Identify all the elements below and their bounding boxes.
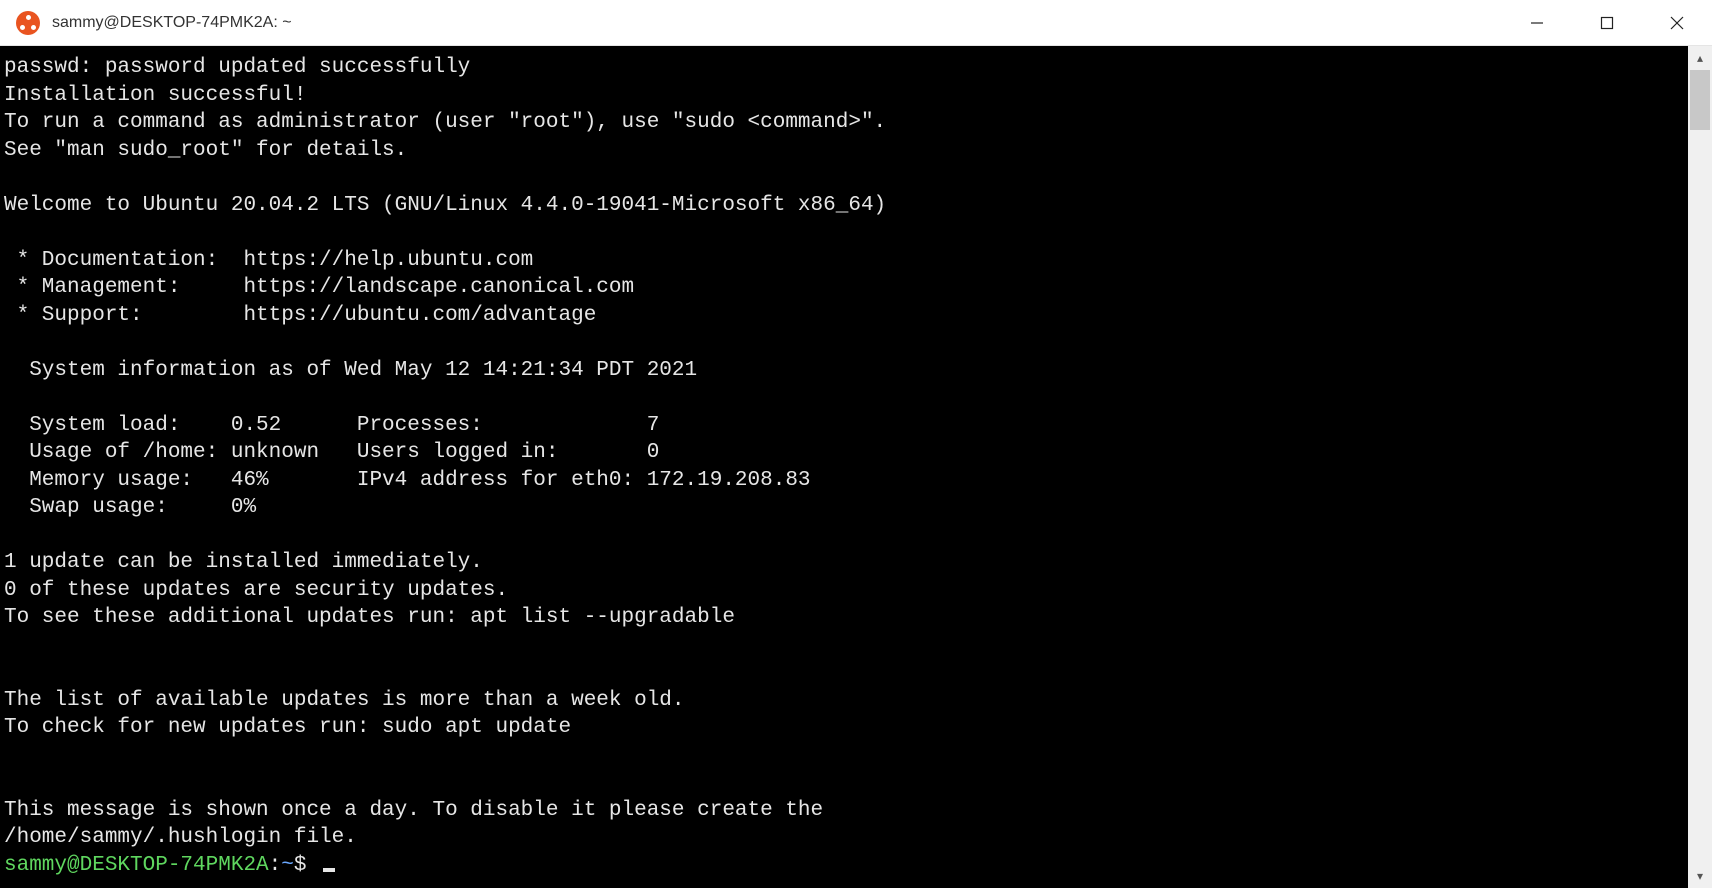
terminal-line: * Management: https://landscape.canonica… [4, 274, 1684, 302]
scrollbar-track[interactable] [1688, 70, 1712, 864]
maximize-icon [1600, 16, 1614, 30]
terminal-line: passwd: password updated successfully [4, 54, 1684, 82]
terminal-line: Swap usage: 0% [4, 494, 1684, 522]
prompt-symbol: $ [294, 854, 319, 877]
terminal-line: 0 of these updates are security updates. [4, 577, 1684, 605]
terminal-line: Usage of /home: unknown Users logged in:… [4, 439, 1684, 467]
terminal-line: Installation successful! [4, 82, 1684, 110]
scroll-up-arrow-icon[interactable]: ▴ [1688, 46, 1712, 70]
terminal-line [4, 219, 1684, 247]
window-controls [1502, 0, 1712, 45]
terminal-output[interactable]: passwd: password updated successfullyIns… [0, 46, 1688, 888]
maximize-button[interactable] [1572, 0, 1642, 45]
ubuntu-icon [16, 11, 40, 35]
terminal-line: System information as of Wed May 12 14:2… [4, 357, 1684, 385]
terminal-line: The list of available updates is more th… [4, 687, 1684, 715]
terminal-cursor-icon [323, 868, 335, 872]
terminal-line [4, 384, 1684, 412]
scroll-down-arrow-icon[interactable]: ▾ [1688, 864, 1712, 888]
terminal-line: * Documentation: https://help.ubuntu.com [4, 247, 1684, 275]
terminal-line [4, 329, 1684, 357]
close-button[interactable] [1642, 0, 1712, 45]
titlebar-left: sammy@DESKTOP-74PMK2A: ~ [0, 11, 292, 35]
terminal-line [4, 769, 1684, 797]
terminal-line: * Support: https://ubuntu.com/advantage [4, 302, 1684, 330]
minimize-icon [1530, 16, 1544, 30]
terminal-line [4, 522, 1684, 550]
terminal-line: See "man sudo_root" for details. [4, 137, 1684, 165]
terminal-line: System load: 0.52 Processes: 7 [4, 412, 1684, 440]
prompt-path: ~ [281, 854, 294, 877]
scrollbar-thumb[interactable] [1690, 70, 1710, 130]
window-titlebar: sammy@DESKTOP-74PMK2A: ~ [0, 0, 1712, 46]
terminal-line: /home/sammy/.hushlogin file. [4, 824, 1684, 852]
terminal-line [4, 659, 1684, 687]
terminal-line: To check for new updates run: sudo apt u… [4, 714, 1684, 742]
window-title: sammy@DESKTOP-74PMK2A: ~ [52, 14, 292, 32]
terminal-line [4, 632, 1684, 660]
terminal-line: Welcome to Ubuntu 20.04.2 LTS (GNU/Linux… [4, 192, 1684, 220]
vertical-scrollbar[interactable]: ▴ ▾ [1688, 46, 1712, 888]
terminal-line: Memory usage: 46% IPv4 address for eth0:… [4, 467, 1684, 495]
prompt-user-host: sammy@DESKTOP-74PMK2A [4, 854, 269, 877]
terminal-line [4, 164, 1684, 192]
terminal-prompt[interactable]: sammy@DESKTOP-74PMK2A:~$ [4, 852, 1684, 880]
prompt-separator: : [269, 854, 282, 877]
terminal-line: This message is shown once a day. To dis… [4, 797, 1684, 825]
terminal-container: passwd: password updated successfullyIns… [0, 46, 1712, 888]
minimize-button[interactable] [1502, 0, 1572, 45]
terminal-line [4, 742, 1684, 770]
terminal-line: To see these additional updates run: apt… [4, 604, 1684, 632]
terminal-line: To run a command as administrator (user … [4, 109, 1684, 137]
close-icon [1670, 16, 1684, 30]
terminal-line: 1 update can be installed immediately. [4, 549, 1684, 577]
